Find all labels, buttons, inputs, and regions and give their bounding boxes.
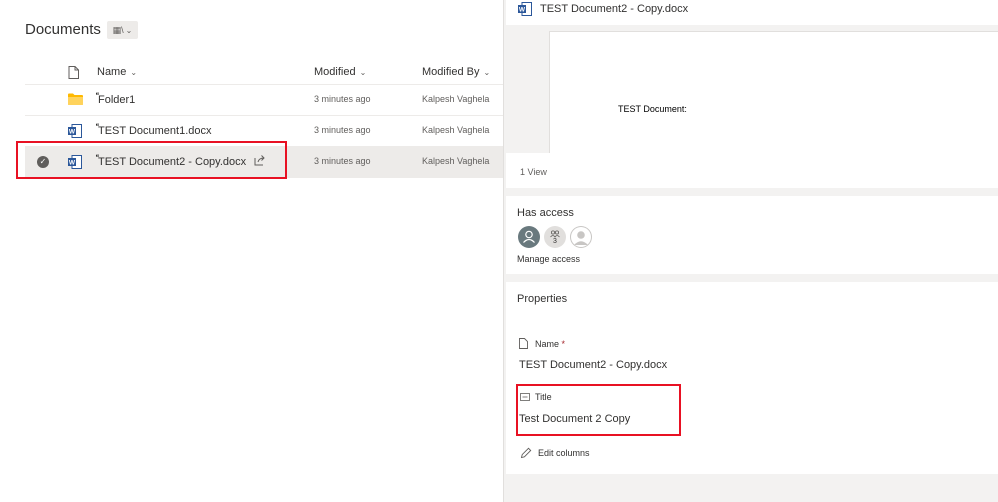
chevron-down-icon: ⌄ (125, 25, 133, 35)
column-header-name-label: Name (97, 66, 127, 78)
preview-area[interactable]: TEST Document: (506, 25, 998, 153)
modified-cell: 3 minutes ago (314, 94, 371, 104)
modified-cell: 3 minutes ago (314, 125, 371, 135)
preview-card: W TEST Document2 - Copy.docx TEST Docume… (506, 0, 998, 188)
text-field-icon (519, 338, 528, 349)
library-view-button[interactable]: ▦\ ⌄ (107, 21, 138, 39)
file-name-link[interactable]: ⁌ TEST Document1.docx (95, 120, 212, 137)
folder-icon (68, 93, 83, 105)
modified-by-cell: Kalpesh Vaghela (422, 125, 490, 135)
required-marker: * (561, 339, 566, 349)
preview-text: TEST Document: (618, 104, 687, 114)
new-item-icon: ⁌ (95, 89, 100, 99)
svg-text:W: W (519, 7, 526, 14)
properties-heading: Properties (517, 293, 568, 305)
modified-by-cell: Kalpesh Vaghela (422, 156, 490, 166)
svg-text:W: W (69, 129, 76, 136)
chevron-down-icon: ⌄ (483, 67, 491, 77)
modified-by-cell: Kalpesh Vaghela (422, 94, 490, 104)
person-avatar-icon[interactable] (518, 226, 540, 248)
column-header-modified-label: Modified (314, 66, 356, 78)
group-member-count: 3 (553, 238, 557, 245)
has-access-card: Has access 3 Manage access (506, 196, 998, 274)
name-field-value[interactable]: TEST Document2 - Copy.docx (519, 359, 667, 371)
edit-columns-label: Edit columns (538, 448, 590, 458)
highlight-box (516, 384, 681, 436)
word-doc-icon: W (68, 124, 82, 138)
file-name-label: Folder1 (98, 94, 136, 106)
library-title: Documents (25, 21, 101, 38)
details-pane: W TEST Document2 - Copy.docx TEST Docume… (503, 0, 998, 502)
name-field-label: Name * (535, 339, 565, 349)
library-view-icon: ▦\ (112, 24, 124, 35)
name-label-text: Name (535, 339, 560, 349)
word-doc-icon: W (518, 2, 532, 16)
table-row[interactable]: ⁌ Folder1 3 minutes ago Kalpesh Vaghela (25, 85, 503, 116)
new-item-icon: ⁌ (95, 120, 100, 130)
highlight-box (16, 141, 287, 179)
details-file-name: TEST Document2 - Copy.docx (540, 3, 689, 15)
document-library: Documents ▦\ ⌄ Name ⌄ Modified ⌄ Modifie… (0, 0, 503, 502)
user-avatar-icon[interactable] (570, 226, 592, 248)
pencil-icon (520, 447, 532, 459)
chevron-down-icon: ⌄ (359, 67, 367, 77)
manage-access-link[interactable]: Manage access (517, 254, 580, 264)
properties-card: Properties Name * TEST Document2 - Copy.… (506, 282, 998, 474)
has-access-heading: Has access (517, 207, 574, 219)
file-name-label: TEST Document1.docx (98, 125, 212, 137)
chevron-down-icon: ⌄ (130, 67, 138, 77)
column-header-modified-by[interactable]: Modified By ⌄ (422, 60, 490, 84)
view-count: 1 View (520, 167, 547, 177)
edit-columns-button[interactable]: Edit columns (520, 447, 590, 459)
file-type-header[interactable] (68, 60, 79, 84)
document-preview: TEST Document: (549, 31, 998, 153)
column-header-modified[interactable]: Modified ⌄ (314, 60, 366, 84)
modified-cell: 3 minutes ago (314, 156, 371, 166)
column-header-name[interactable]: Name ⌄ (97, 60, 137, 84)
group-avatar-icon[interactable]: 3 (544, 226, 566, 248)
file-name-link[interactable]: ⁌ Folder1 (95, 89, 136, 106)
column-header-modified-by-label: Modified By (422, 66, 480, 78)
file-type-icon (68, 65, 79, 79)
